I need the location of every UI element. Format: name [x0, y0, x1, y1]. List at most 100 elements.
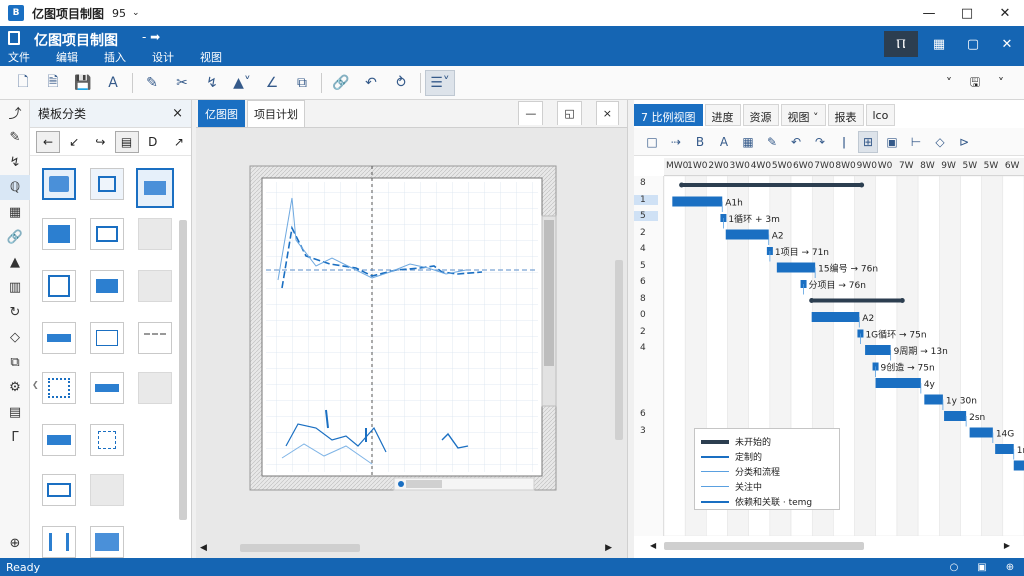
- layout-icon[interactable]: ▤: [114, 130, 139, 153]
- tab-edit[interactable]: 编辑: [56, 49, 78, 65]
- gantt-tool-arrow-icon[interactable]: ⇢: [666, 131, 686, 153]
- save-icon[interactable]: 💾: [68, 70, 98, 96]
- template-scrollbar[interactable]: [179, 220, 187, 520]
- scroll-left-icon[interactable]: ◀: [200, 543, 207, 553]
- gantt-tool-shape-icon[interactable]: ◇: [930, 131, 950, 153]
- shape-icon[interactable]: ◇: [0, 325, 30, 350]
- forward-icon[interactable]: ↗: [167, 131, 191, 153]
- canvas-horizontal-scrollbar[interactable]: ◀ ▶: [200, 542, 612, 554]
- collapse-arrow-icon[interactable]: ❮: [32, 380, 39, 389]
- gantt-row-number[interactable]: 5: [634, 211, 658, 221]
- template-thumbnail[interactable]: [42, 526, 76, 558]
- template-thumbnail[interactable]: [90, 372, 124, 404]
- close-icon[interactable]: ✕: [986, 0, 1024, 26]
- template-thumbnail[interactable]: [42, 474, 76, 506]
- redo-icon[interactable]: ⥁: [386, 70, 416, 96]
- text-icon[interactable]: A: [98, 70, 128, 96]
- template-thumbnail[interactable]: [42, 218, 76, 250]
- gantt-tool-table-icon[interactable]: ▣: [882, 131, 902, 153]
- pointer-icon[interactable]: ⤴: [0, 100, 30, 125]
- gantt-tab[interactable]: lco: [865, 104, 896, 126]
- user-icon[interactable]: Ⲡ: [884, 31, 918, 57]
- template-icon[interactable]: ℚ: [0, 175, 30, 200]
- window-icon[interactable]: ▢: [956, 31, 990, 57]
- tab-view[interactable]: 视图: [200, 49, 222, 65]
- cut-icon[interactable]: ✂: [167, 70, 197, 96]
- close-icon[interactable]: ×: [172, 106, 183, 121]
- link-icon[interactable]: 🔗: [0, 225, 30, 250]
- template-thumbnail[interactable]: [42, 424, 76, 456]
- export-icon[interactable]: 🖫: [962, 70, 988, 96]
- scroll-thumb[interactable]: [240, 544, 360, 552]
- new-icon[interactable]: 🗋: [8, 70, 38, 96]
- gantt-tab[interactable]: 视图 ˅: [780, 104, 826, 126]
- tab-insert[interactable]: 插入: [104, 49, 126, 65]
- gantt-tab[interactable]: 进度: [704, 104, 741, 126]
- gantt-row-number[interactable]: 3: [640, 426, 646, 436]
- zoom-out-icon[interactable]: ○: [940, 558, 968, 576]
- tab-design[interactable]: 设计: [152, 49, 174, 65]
- gantt-row-number[interactable]: 8: [640, 294, 646, 304]
- back-icon[interactable]: ←: [36, 130, 61, 153]
- diagram-canvas[interactable]: [196, 128, 628, 528]
- table-icon[interactable]: ▦: [0, 200, 30, 225]
- doc-tool-icon[interactable]: D: [141, 131, 165, 153]
- scroll-right-icon[interactable]: ▶: [1004, 541, 1010, 550]
- gantt-row-number[interactable]: 6: [640, 277, 646, 287]
- scroll-thumb[interactable]: [664, 542, 864, 550]
- canvas-vertical-scrollbar[interactable]: [615, 260, 623, 440]
- gantt-tool-text-icon[interactable]: A: [714, 131, 734, 153]
- add-icon[interactable]: ⊕: [0, 531, 30, 556]
- gantt-row-number[interactable]: 0: [640, 310, 646, 320]
- close-icon[interactable]: ✕: [990, 31, 1024, 57]
- template-placeholder[interactable]: [138, 218, 172, 250]
- brush-icon[interactable]: ✎: [0, 125, 30, 150]
- template-thumbnail[interactable]: [90, 168, 124, 200]
- close-icon[interactable]: ×: [595, 101, 619, 125]
- gantt-row-number[interactable]: 1: [634, 194, 658, 205]
- connector-icon[interactable]: ↯: [0, 150, 30, 175]
- template-placeholder[interactable]: [138, 270, 172, 302]
- gantt-tool-redo-icon[interactable]: ↷: [810, 131, 830, 153]
- tab-project-plan[interactable]: 项目计划: [247, 100, 305, 127]
- gantt-tool-grid-icon[interactable]: ⊞: [858, 130, 878, 153]
- gantt-row-number[interactable]: 4: [640, 343, 646, 353]
- chevron-down-icon[interactable]: ⌄: [132, 8, 140, 18]
- tab-diagram[interactable]: 亿图图: [198, 100, 245, 127]
- chevron-down-icon[interactable]: ˅: [988, 70, 1014, 96]
- settings-icon[interactable]: ⚙: [0, 375, 30, 400]
- bracket-icon[interactable]: Γ: [0, 425, 30, 450]
- pen-icon[interactable]: ✎: [137, 70, 167, 96]
- shape-icon[interactable]: ▲˅: [227, 70, 257, 96]
- template-placeholder[interactable]: [138, 372, 172, 404]
- gantt-row-number[interactable]: 4: [640, 244, 646, 254]
- tree-icon[interactable]: ▲: [0, 250, 30, 275]
- gantt-row-number[interactable]: 2: [640, 327, 646, 337]
- line-icon[interactable]: ∠: [257, 70, 287, 96]
- scroll-right-icon[interactable]: ▶: [605, 543, 612, 553]
- copy-icon[interactable]: ⧉: [287, 70, 317, 96]
- restore-icon[interactable]: ◱: [557, 101, 582, 125]
- chevron-down-icon[interactable]: ˅: [936, 70, 962, 96]
- template-thumbnail[interactable]: [90, 270, 124, 302]
- minimize-icon[interactable]: —: [518, 101, 544, 125]
- gantt-tool-undo-icon[interactable]: ↶: [786, 131, 806, 153]
- gantt-tool-play-icon[interactable]: ⊳: [954, 131, 974, 153]
- gantt-row-number[interactable]: 2: [640, 228, 646, 238]
- gantt-tab[interactable]: 资源: [742, 104, 779, 126]
- paste-icon[interactable]: ↯: [197, 70, 227, 96]
- maximize-icon[interactable]: □: [948, 0, 986, 26]
- gantt-icon[interactable]: ▥: [0, 275, 30, 300]
- quick-actions[interactable]: - ➡: [142, 30, 160, 44]
- template-thumbnail[interactable]: [42, 322, 76, 354]
- grid-icon[interactable]: ▦: [922, 31, 956, 57]
- gantt-tool-divider-icon[interactable]: ǀ: [834, 131, 854, 153]
- fit-icon[interactable]: ▣: [968, 558, 996, 576]
- template-thumbnail[interactable]: [42, 168, 76, 200]
- gantt-row-number[interactable]: 6: [640, 409, 646, 419]
- gantt-tool-pen-icon[interactable]: ✎: [762, 131, 782, 153]
- scroll-left-icon[interactable]: ◀: [650, 541, 656, 550]
- template-thumbnail[interactable]: [42, 372, 76, 404]
- gantt-row-number[interactable]: 5: [640, 261, 646, 271]
- gantt-tab[interactable]: 7 比例视图: [634, 104, 703, 126]
